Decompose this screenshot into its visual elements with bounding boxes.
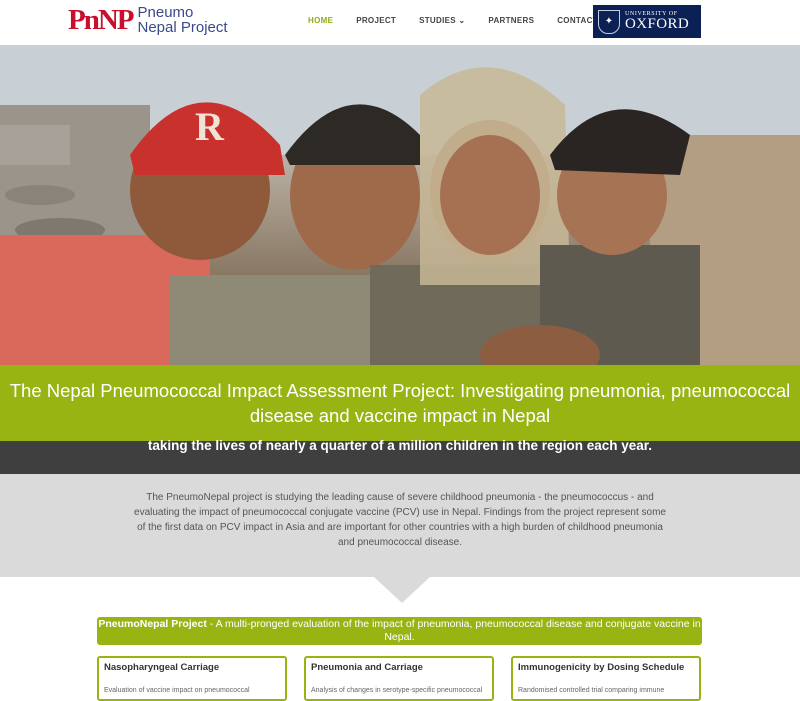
nav-project[interactable]: PROJECT	[356, 16, 396, 25]
study-card-pneumonia[interactable]: Pneumonia and Carriage Analysis of chang…	[304, 656, 494, 701]
logo-line-2: Nepal Project	[137, 19, 228, 36]
hero-title: The Nepal Pneumococcal Impact Assessment…	[9, 380, 791, 426]
section-arrow	[374, 577, 430, 603]
oxford-line-2: OXFORD	[625, 16, 690, 32]
oxford-logo[interactable]: ✦ UNIVERSITY OF OXFORD	[593, 5, 701, 38]
study-card-title: Nasopharyngeal Carriage	[104, 662, 220, 673]
nav-contact[interactable]: CONTACT	[557, 16, 598, 25]
site-header: PnNP Pneumo Nepal Project HOME PROJECT S…	[0, 0, 800, 45]
hero-image: R	[0, 45, 800, 365]
svg-text:R: R	[195, 104, 225, 149]
study-card-immunogenicity[interactable]: Immunogenicity by Dosing Schedule Random…	[511, 656, 701, 701]
study-card-title: Immunogenicity by Dosing Schedule	[518, 662, 685, 673]
study-card-text: Randomised controlled trial comparing im…	[518, 687, 665, 694]
hero-title-band: The Nepal Pneumococcal Impact Assessment…	[0, 365, 800, 441]
study-card-carriage[interactable]: Nasopharyngeal Carriage Evaluation of va…	[97, 656, 287, 701]
nav-studies[interactable]: STUDIES ⌄	[419, 16, 465, 25]
project-banner: PneumoNepal Project - A multi-pronged ev…	[97, 617, 702, 645]
project-banner-title: PneumoNepal Project	[98, 618, 207, 630]
oxford-crest-icon: ✦	[598, 9, 620, 34]
site-logo[interactable]: PnNP Pneumo Nepal Project	[68, 5, 228, 35]
intro-section: The PneumoNepal project is studying the …	[0, 474, 800, 577]
study-card-text: Analysis of changes in serotype-specific…	[311, 687, 483, 694]
project-banner-text: - A multi-pronged evaluation of the impa…	[206, 618, 701, 643]
study-card-title: Pneumonia and Carriage	[311, 662, 423, 673]
nav-partners[interactable]: PARTNERS	[488, 16, 534, 25]
logo-mark: PnNP	[68, 3, 134, 36]
main-nav: HOME PROJECT STUDIES ⌄ PARTNERS CONTACT	[308, 16, 621, 25]
dark-band-text: taking the lives of nearly a quarter of …	[147, 438, 653, 453]
logo-text: Pneumo Nepal Project	[138, 5, 228, 35]
intro-text: The PneumoNepal project is studying the …	[134, 492, 666, 548]
hero-photo-illustration: R	[0, 45, 800, 365]
logo-line-1: Pneumo	[137, 4, 194, 21]
oxford-wordmark: UNIVERSITY OF OXFORD	[625, 11, 689, 32]
study-card-text: Evaluation of vaccine impact on pneumoco…	[104, 687, 250, 694]
nav-home[interactable]: HOME	[308, 16, 333, 25]
dark-band: taking the lives of nearly a quarter of …	[0, 438, 800, 474]
